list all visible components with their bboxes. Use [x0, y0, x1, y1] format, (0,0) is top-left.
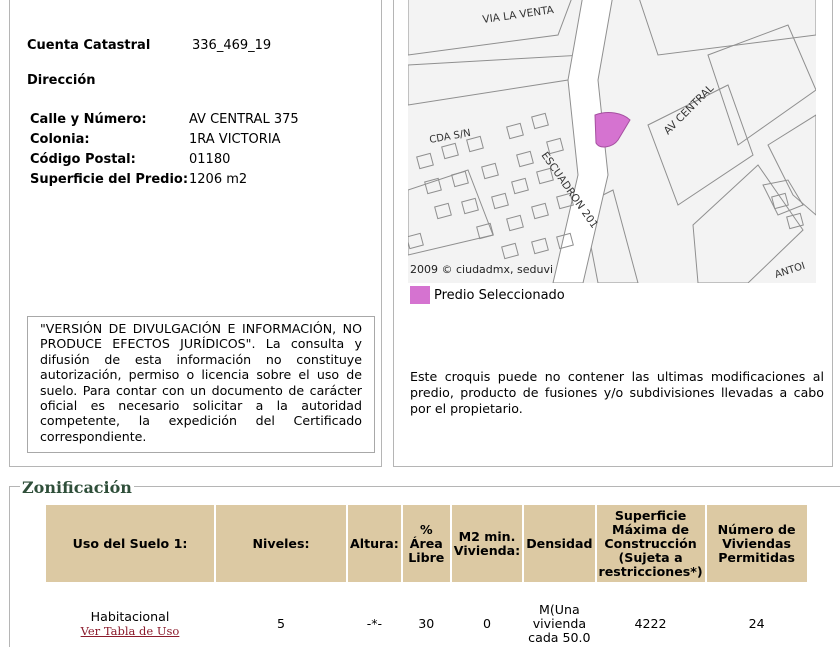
cell-area-libre: 30 [402, 584, 450, 664]
map-drawing: VIA LA VENTA AV CENTRAL CDA S/N ESCUADRO… [408, 0, 816, 283]
table-row: Habitacional Ver Tabla de Uso 5 -*- 30 0… [46, 584, 807, 664]
header-superficie-maxima: Superficie Máxima de Construcción (Sujet… [596, 505, 705, 582]
map-credit: 2009 © ciudadmx, seduvi [410, 263, 554, 276]
cell-densidad: M(Una vivienda cada 50.0 [524, 584, 595, 664]
uso-suelo-value: Habitacional [90, 609, 170, 624]
colonia-label: Colonia: [30, 132, 90, 147]
cuenta-catastral-value: 336_469_19 [192, 38, 272, 53]
header-densidad: Densidad [524, 505, 595, 582]
calle-value: AV CENTRAL 375 [189, 112, 299, 127]
header-niveles: Niveles: [216, 505, 346, 582]
cadastral-map[interactable]: VIA LA VENTA AV CENTRAL CDA S/N ESCUADRO… [408, 0, 816, 283]
codigo-postal-label: Código Postal: [30, 152, 136, 167]
superficie-label: Superficie del Predio: [30, 172, 189, 187]
legal-disclaimer: "VERSIÓN DE DIVULGACIÓN E INFORMACIÓN, N… [27, 316, 375, 453]
header-area-libre: % Área Libre [402, 505, 450, 582]
cell-superficie-maxima: 4222 [596, 584, 705, 664]
codigo-postal-value: 01180 [189, 152, 231, 167]
cuenta-catastral-label: Cuenta Catastral [27, 38, 151, 53]
map-panel: VIA LA VENTA AV CENTRAL CDA S/N ESCUADRO… [393, 0, 833, 467]
zonificacion-title: Zonificación [20, 478, 134, 497]
cell-m2-min: 0 [451, 584, 523, 664]
predio-info-panel: Cuenta Catastral 336_469_19 Dirección Ca… [9, 0, 382, 467]
ver-tabla-uso-link[interactable]: Ver Tabla de Uso [46, 624, 214, 638]
cell-niveles: 5 [216, 584, 346, 664]
header-numero-viviendas: Número de Viviendas Permitidas [706, 505, 807, 582]
map-note: Este croquis puede no contener las ultim… [410, 369, 824, 416]
zonificacion-table: Uso del Suelo 1: Niveles: Altura: % Área… [44, 503, 809, 666]
header-altura: Altura: [348, 505, 401, 582]
header-m2-min: M2 min. Vivienda: [451, 505, 523, 582]
cell-altura: -*- [348, 584, 401, 664]
colonia-value: 1RA VICTORIA [189, 132, 281, 147]
direccion-title: Dirección [27, 73, 96, 88]
header-uso-suelo: Uso del Suelo 1: [46, 505, 214, 582]
legend-label: Predio Seleccionado [434, 288, 565, 303]
table-header-row: Uso del Suelo 1: Niveles: Altura: % Área… [46, 505, 807, 582]
cell-uso-suelo: Habitacional Ver Tabla de Uso [46, 584, 214, 664]
cell-numero-viviendas: 24 [706, 584, 807, 664]
calle-label: Calle y Número: [30, 112, 147, 127]
legend-swatch [410, 286, 430, 304]
superficie-value: 1206 m2 [189, 172, 248, 187]
